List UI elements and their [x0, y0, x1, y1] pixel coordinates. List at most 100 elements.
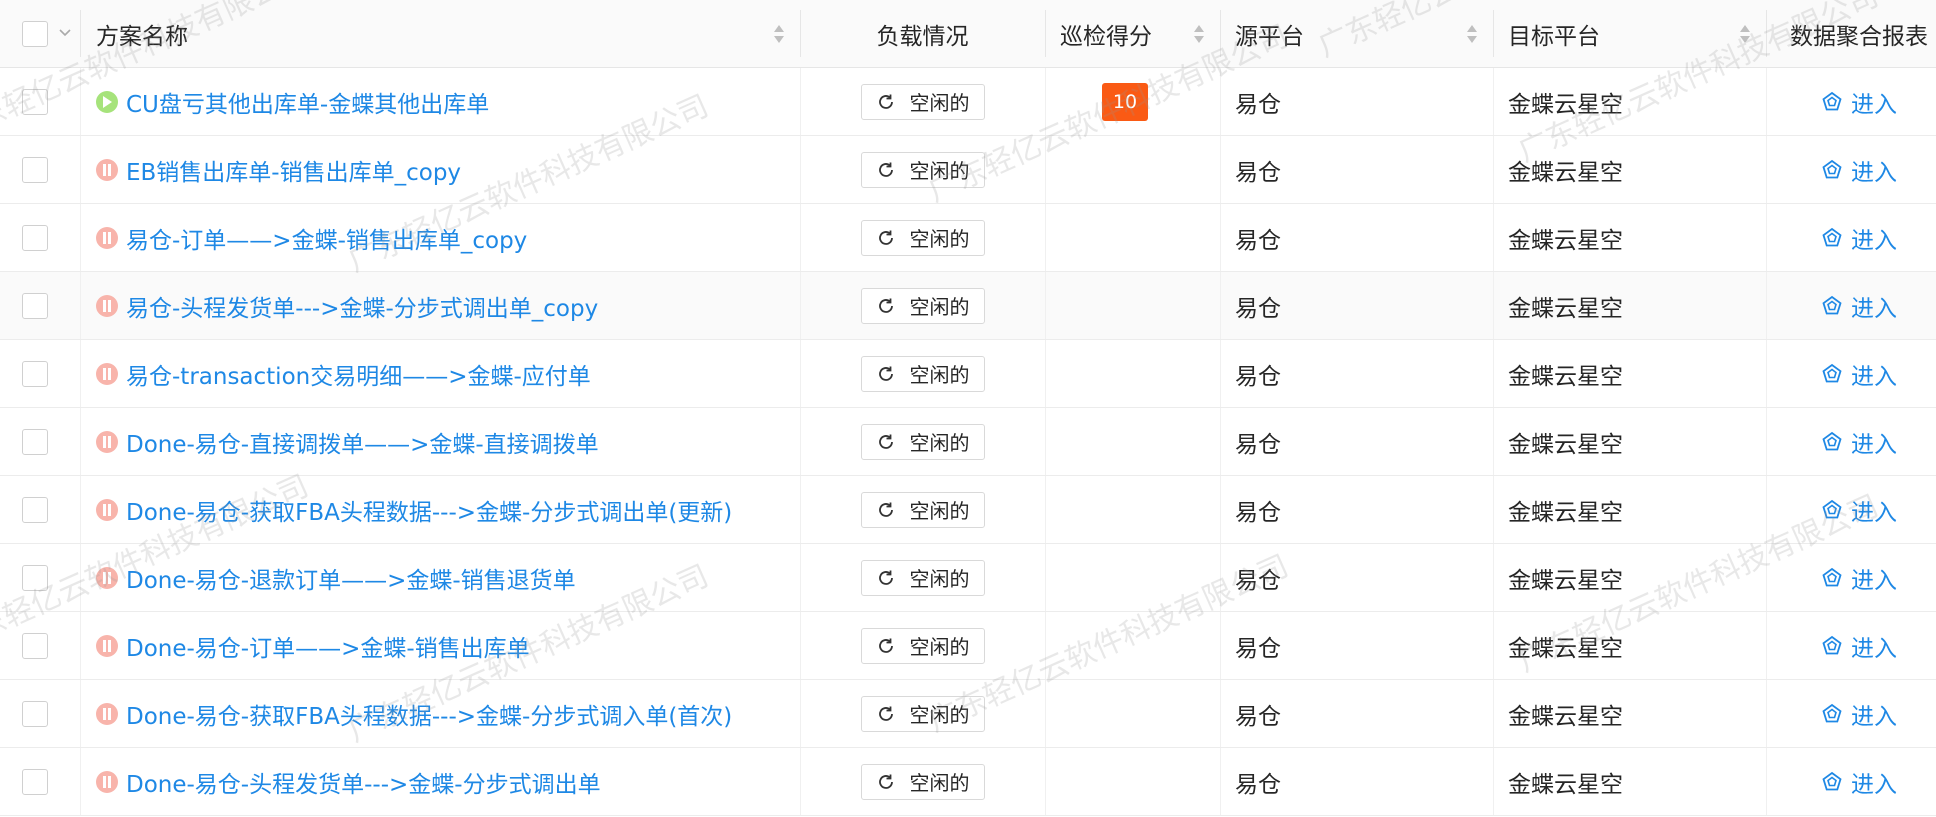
report-icon [1822, 431, 1842, 450]
load-status-button[interactable]: 空闲的 [860, 83, 985, 120]
enter-report-link[interactable]: 进入 [1821, 425, 1897, 459]
sort-icon[interactable] [1192, 22, 1206, 46]
load-cell: 空闲的 [800, 68, 1045, 135]
table-row[interactable]: Done-易仓-获取FBA头程数据--->金蝶-分步式调出单(更新) 空闲的 易仓 金… [0, 476, 1936, 544]
select-all-checkbox[interactable] [22, 20, 48, 47]
enter-report-link[interactable]: 进入 [1821, 153, 1897, 187]
chevron-down-icon[interactable] [58, 28, 72, 38]
sort-icon[interactable] [1465, 22, 1479, 46]
play-icon[interactable] [96, 90, 118, 113]
table-row[interactable]: 易仓-transaction交易明细——>金蝶-应付单 空闲的 易仓 金蝶云星空 进入 [0, 340, 1936, 408]
report-icon [1822, 499, 1842, 518]
enter-report-link[interactable]: 进入 [1821, 85, 1897, 119]
table-row[interactable]: Done-易仓-订单——>金蝶-销售出库单 空闲的 易仓 金蝶云星空 进入 [0, 612, 1936, 680]
enter-report-link[interactable]: 进入 [1821, 697, 1897, 731]
row-checkbox[interactable] [22, 88, 48, 115]
refresh-icon [878, 162, 893, 177]
scheme-name-link[interactable]: Done-易仓-获取FBA头程数据--->金蝶-分步式调出单(更新) [126, 493, 732, 527]
score-badge: 10 [1102, 82, 1148, 121]
sort-icon[interactable] [1738, 22, 1752, 46]
row-checkbox[interactable] [22, 768, 48, 795]
report-icon [1822, 91, 1842, 110]
enter-label: 进入 [1851, 363, 1897, 390]
name-cell: Done-易仓-退款订单——>金蝶-销售退货单 [80, 544, 800, 611]
enter-report-link[interactable]: 进入 [1821, 561, 1897, 595]
pause-icon[interactable] [96, 770, 118, 793]
row-select-cell [0, 408, 80, 475]
row-checkbox[interactable] [22, 632, 48, 659]
target-platform: 金蝶云星空 [1508, 227, 1623, 254]
enter-report-link[interactable]: 进入 [1821, 221, 1897, 255]
pause-icon[interactable] [96, 226, 118, 249]
target-cell: 金蝶云星空 [1493, 272, 1766, 339]
report-cell: 进入 [1766, 68, 1936, 135]
scheme-name-link[interactable]: 易仓-头程发货单--->金蝶-分步式调出单_copy [126, 289, 598, 323]
table-row[interactable]: Done-易仓-退款订单——>金蝶-销售退货单 空闲的 易仓 金蝶云星空 进入 [0, 544, 1936, 612]
pause-icon[interactable] [96, 634, 118, 657]
load-cell: 空闲的 [800, 340, 1045, 407]
pause-icon[interactable] [96, 498, 118, 521]
table-row[interactable]: 易仓-头程发货单--->金蝶-分步式调出单_copy 空闲的 易仓 金蝶云星空 进入 [0, 272, 1936, 340]
load-status-button[interactable]: 空闲的 [860, 423, 985, 460]
load-status-button[interactable]: 空闲的 [860, 763, 985, 800]
report-cell: 进入 [1766, 340, 1936, 407]
enter-report-link[interactable]: 进入 [1821, 493, 1897, 527]
load-status-button[interactable]: 空闲的 [860, 151, 985, 188]
table-row[interactable]: EB销售出库单-销售出库单_copy 空闲的 易仓 金蝶云星空 进入 [0, 136, 1936, 204]
row-checkbox[interactable] [22, 360, 48, 387]
table-row[interactable]: Done-易仓-头程发货单--->金蝶-分步式调出单 空闲的 易仓 金蝶云星空 进入 [0, 748, 1936, 816]
table-row[interactable]: Done-易仓-获取FBA头程数据--->金蝶-分步式调入单(首次) 空闲的 易仓 金… [0, 680, 1936, 748]
row-checkbox[interactable] [22, 156, 48, 183]
enter-report-link[interactable]: 进入 [1821, 765, 1897, 799]
enter-report-link[interactable]: 进入 [1821, 289, 1897, 323]
row-checkbox[interactable] [22, 564, 48, 591]
row-checkbox[interactable] [22, 428, 48, 455]
pause-icon[interactable] [96, 158, 118, 181]
load-status-button[interactable]: 空闲的 [860, 219, 985, 256]
scheme-name-link[interactable]: CU盘亏其他出库单-金蝶其他出库单 [126, 85, 489, 119]
source-cell: 易仓 [1220, 68, 1493, 135]
scheme-name-link[interactable]: Done-易仓-退款订单——>金蝶-销售退货单 [126, 561, 576, 595]
source-cell: 易仓 [1220, 136, 1493, 203]
scheme-name-link[interactable]: 易仓-transaction交易明细——>金蝶-应付单 [126, 357, 591, 391]
row-checkbox[interactable] [22, 700, 48, 727]
row-checkbox[interactable] [22, 496, 48, 523]
table-row[interactable]: Done-易仓-直接调拨单——>金蝶-直接调拨单 空闲的 易仓 金蝶云星空 进入 [0, 408, 1936, 476]
load-status-button[interactable]: 空闲的 [860, 287, 985, 324]
target-platform: 金蝶云星空 [1508, 499, 1623, 526]
load-status-button[interactable]: 空闲的 [860, 491, 985, 528]
pause-icon[interactable] [96, 702, 118, 725]
source-cell: 易仓 [1220, 476, 1493, 543]
source-cell: 易仓 [1220, 408, 1493, 475]
sort-icon[interactable] [772, 22, 786, 46]
pause-icon[interactable] [96, 294, 118, 317]
enter-label: 进入 [1851, 295, 1897, 322]
refresh-icon [878, 298, 893, 313]
pause-icon[interactable] [96, 566, 118, 589]
target-platform: 金蝶云星空 [1508, 363, 1623, 390]
scheme-name-link[interactable]: EB销售出库单-销售出库单_copy [126, 153, 461, 187]
scheme-name-link[interactable]: Done-易仓-订单——>金蝶-销售出库单 [126, 629, 530, 663]
enter-report-link[interactable]: 进入 [1821, 629, 1897, 663]
row-checkbox[interactable] [22, 292, 48, 319]
load-status-button[interactable]: 空闲的 [860, 355, 985, 392]
scheme-name-link[interactable]: 易仓-订单——>金蝶-销售出库单_copy [126, 221, 527, 255]
scheme-name-link[interactable]: Done-易仓-头程发货单--->金蝶-分步式调出单 [126, 765, 601, 799]
table-row[interactable]: CU盘亏其他出库单-金蝶其他出库单 空闲的 10 易仓 金蝶云星空 进入 [0, 68, 1936, 136]
scheme-name-link[interactable]: Done-易仓-直接调拨单——>金蝶-直接调拨单 [126, 425, 599, 459]
name-cell: 易仓-transaction交易明细——>金蝶-应付单 [80, 340, 800, 407]
load-status-button[interactable]: 空闲的 [860, 627, 985, 664]
pause-icon[interactable] [96, 430, 118, 453]
row-checkbox[interactable] [22, 224, 48, 251]
enter-report-link[interactable]: 进入 [1821, 357, 1897, 391]
load-cell: 空闲的 [800, 476, 1045, 543]
row-select-cell [0, 680, 80, 747]
integration-table: 方案名称 负载情况 巡检得分 源平台 目标平台 数据聚合报表 CU盘亏其他出库单… [0, 0, 1936, 816]
table-row[interactable]: 易仓-订单——>金蝶-销售出库单_copy 空闲的 易仓 金蝶云星空 进入 [0, 204, 1936, 272]
load-status-button[interactable]: 空闲的 [860, 695, 985, 732]
scheme-name-link[interactable]: Done-易仓-获取FBA头程数据--->金蝶-分步式调入单(首次) [126, 697, 732, 731]
load-status-button[interactable]: 空闲的 [860, 559, 985, 596]
report-cell: 进入 [1766, 476, 1936, 543]
row-select-cell [0, 136, 80, 203]
pause-icon[interactable] [96, 362, 118, 385]
